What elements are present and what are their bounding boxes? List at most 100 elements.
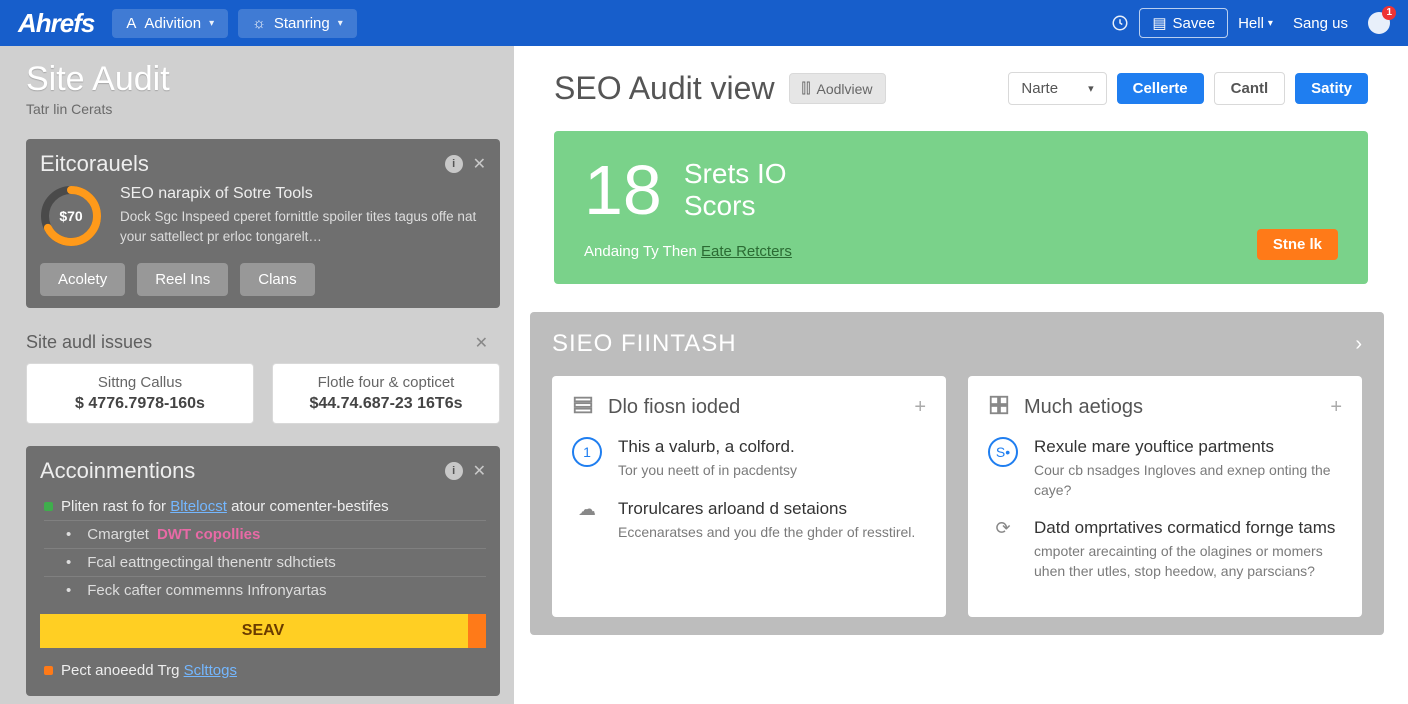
eit-heading: SEO narapix of Sotre Tools [120,185,486,203]
cantl-button[interactable]: Cantl [1214,72,1286,105]
seav-button[interactable]: SEAV [40,614,486,648]
stne-button[interactable]: Stne lk [1257,229,1338,260]
dlo-card: Dlo fiosn ioded + 1 This a valurb, a col… [552,376,946,617]
eit-description: Dock Sgc Inspeed cperet fornittle spoile… [120,207,486,246]
issue-card-1-value: $ 4776.7978-160s [39,395,241,413]
fintash-section: SIEO FIINTASH › Dlo fiosn ioded + [530,312,1384,635]
nav-adivition[interactable]: A Adivition ▾ [112,9,228,38]
dlo-card-title: Dlo fiosn ioded [608,396,740,419]
issues-title: Site audl issues [26,332,152,353]
notification-badge: 1 [1382,6,1396,20]
nav-savee-label: Savee [1173,15,1216,32]
fintash-title: SIEO FIINTASH [552,330,737,358]
step-s-badge: S• [988,437,1018,467]
dlo-item-1-desc: Tor you neett of in pacdentsy [618,461,797,481]
green-dot-icon [44,502,53,511]
main-title: SEO Audit view [554,70,775,107]
accom-item-1-pre: Pliten rast fo for [61,498,170,515]
nav-stanring-icon: ☼ [252,15,266,32]
much-item-1-title: Rexule mare youftice partments [1034,437,1342,457]
grid-icon [988,394,1010,421]
accom-sub-1-hl: DWT copollies [157,526,260,543]
much-item-2-desc: cmpoter arecainting of the olagines or m… [1034,542,1342,581]
accom-sub-2[interactable]: Fcal eattngectingal thenentr sdhctiets [44,548,486,576]
dlo-item-1[interactable]: 1 This a valurb, a colford. Tor you neet… [572,437,926,481]
avatar[interactable]: 1 [1368,12,1390,34]
nav-sangus[interactable]: Sang us [1293,15,1348,32]
accom-item-1-link[interactable]: Bltelocst [170,498,227,515]
score-bottom-link[interactable]: Eate Retcters [701,243,792,260]
main: SEO Audit view ⫿⫿ Aodlview Narte ▾ Celle… [514,46,1408,704]
plus-icon[interactable]: + [914,396,926,419]
bars-icon: ⫿⫿ [802,80,811,97]
accom-item-1-post: atour comenter-bestifes [227,498,389,515]
caret-down-icon: ▾ [1088,82,1094,95]
orange-dot-icon [44,666,53,675]
close-icon[interactable]: ✕ [473,461,486,481]
satity-button[interactable]: Satity [1295,73,1368,104]
dlo-item-2[interactable]: ☁ Trorulcares arloand d setaions Eccenar… [572,499,926,543]
step-1-badge: 1 [572,437,602,467]
chevron-right-icon[interactable]: › [1355,333,1362,356]
nav-stanring[interactable]: ☼ Stanring ▾ [238,9,357,38]
caret-down-icon: ▾ [338,18,343,29]
page-title: Site Audit [26,60,488,99]
nav-hell-label: Hell [1238,15,1264,32]
much-item-1-desc: Cour cb nsadges Ingloves and exnep ontin… [1034,461,1342,500]
clock-icon[interactable] [1111,14,1129,32]
close-icon[interactable]: ✕ [473,154,486,174]
info-icon[interactable]: i [445,155,463,173]
accom-sub-1[interactable]: Cmargtet DWT copollies [44,520,486,548]
eitcorauels-title: Eitcorauels [40,151,149,177]
grid-icon: ▤ [1152,14,1166,32]
score-ring: $70 [40,185,102,247]
accom-sub-3[interactable]: Feck cafter commemns Infronyartas [44,576,486,604]
brand-logo[interactable]: Ahrefs [18,8,94,39]
accom-sub-1-pre: Cmargtet [87,526,149,543]
score-label-1: Srets IO [684,158,787,190]
issue-card-2[interactable]: Flotle four & copticet $44.74.687-23 16T… [272,363,500,424]
eitcorauels-panel: Eitcorauels i ✕ $70 SEO narapix of Sotre… [26,139,500,308]
close-icon[interactable]: ✕ [475,333,488,353]
issue-card-1-label: Sittng Callus [39,374,241,391]
nav-hell[interactable]: Hell ▾ [1238,15,1273,32]
view-pill-label: Aodlview [817,81,873,97]
sidebar: Site Audit Tatr lin Cerats Eitcorauels i… [0,46,514,704]
chip-acolety[interactable]: Acolety [40,263,125,296]
chip-reelins[interactable]: Reel Ins [137,263,228,296]
narte-select[interactable]: Narte ▾ [1008,72,1106,105]
dlo-item-2-title: Trorulcares arloand d setaions [618,499,915,519]
accom-panel: Accoinmentions i ✕ Pliten rast fo for Bl… [26,446,500,696]
much-item-2-title: Datd omprtatives cormaticd fornge tams [1034,518,1342,538]
top-nav: Ahrefs A Adivition ▾ ☼ Stanring ▾ ▤ Save… [0,0,1408,46]
chip-clans[interactable]: Clans [240,263,314,296]
dlo-item-2-desc: Eccenaratses and you dfe the ghder of re… [618,523,915,543]
narte-select-value: Narte [1021,80,1058,97]
accom-item-2-pre: Pect anoeedd Trg [61,662,184,679]
much-item-2[interactable]: ⟳ Datd omprtatives cormaticd fornge tams… [988,518,1342,581]
nav-stanring-label: Stanring [274,15,330,32]
info-icon[interactable]: i [445,462,463,480]
cloud-icon: ☁ [572,499,602,543]
score-ring-value: $70 [40,185,102,247]
nav-adivition-icon: A [126,15,136,32]
issue-card-1[interactable]: Sittng Callus $ 4776.7978-160s [26,363,254,424]
score-label-2: Scors [684,190,787,222]
score-value: 18 [584,155,662,225]
issue-card-2-label: Flotle four & copticet [285,374,487,391]
accom-item-2[interactable]: Pect anoeedd Trg Sclttogs [44,656,486,684]
accom-item-2-link[interactable]: Sclttogs [184,662,237,679]
much-item-1[interactable]: S• Rexule mare youftice partments Cour c… [988,437,1342,500]
view-pill[interactable]: ⫿⫿ Aodlview [789,73,886,104]
nav-savee-button[interactable]: ▤ Savee [1139,8,1228,38]
dlo-item-1-title: This a valurb, a colford. [618,437,797,457]
page-subtitle: Tatr lin Cerats [26,101,488,117]
caret-down-icon: ▾ [1268,18,1273,29]
cellerte-button[interactable]: Cellerte [1117,73,1204,104]
accom-item-1[interactable]: Pliten rast fo for Bltelocst atour comen… [44,492,486,520]
caret-down-icon: ▾ [209,18,214,29]
refresh-icon: ⟳ [988,518,1018,581]
plus-icon[interactable]: + [1330,396,1342,419]
issue-card-2-value: $44.74.687-23 16T6s [285,395,487,413]
list-icon [572,394,594,421]
